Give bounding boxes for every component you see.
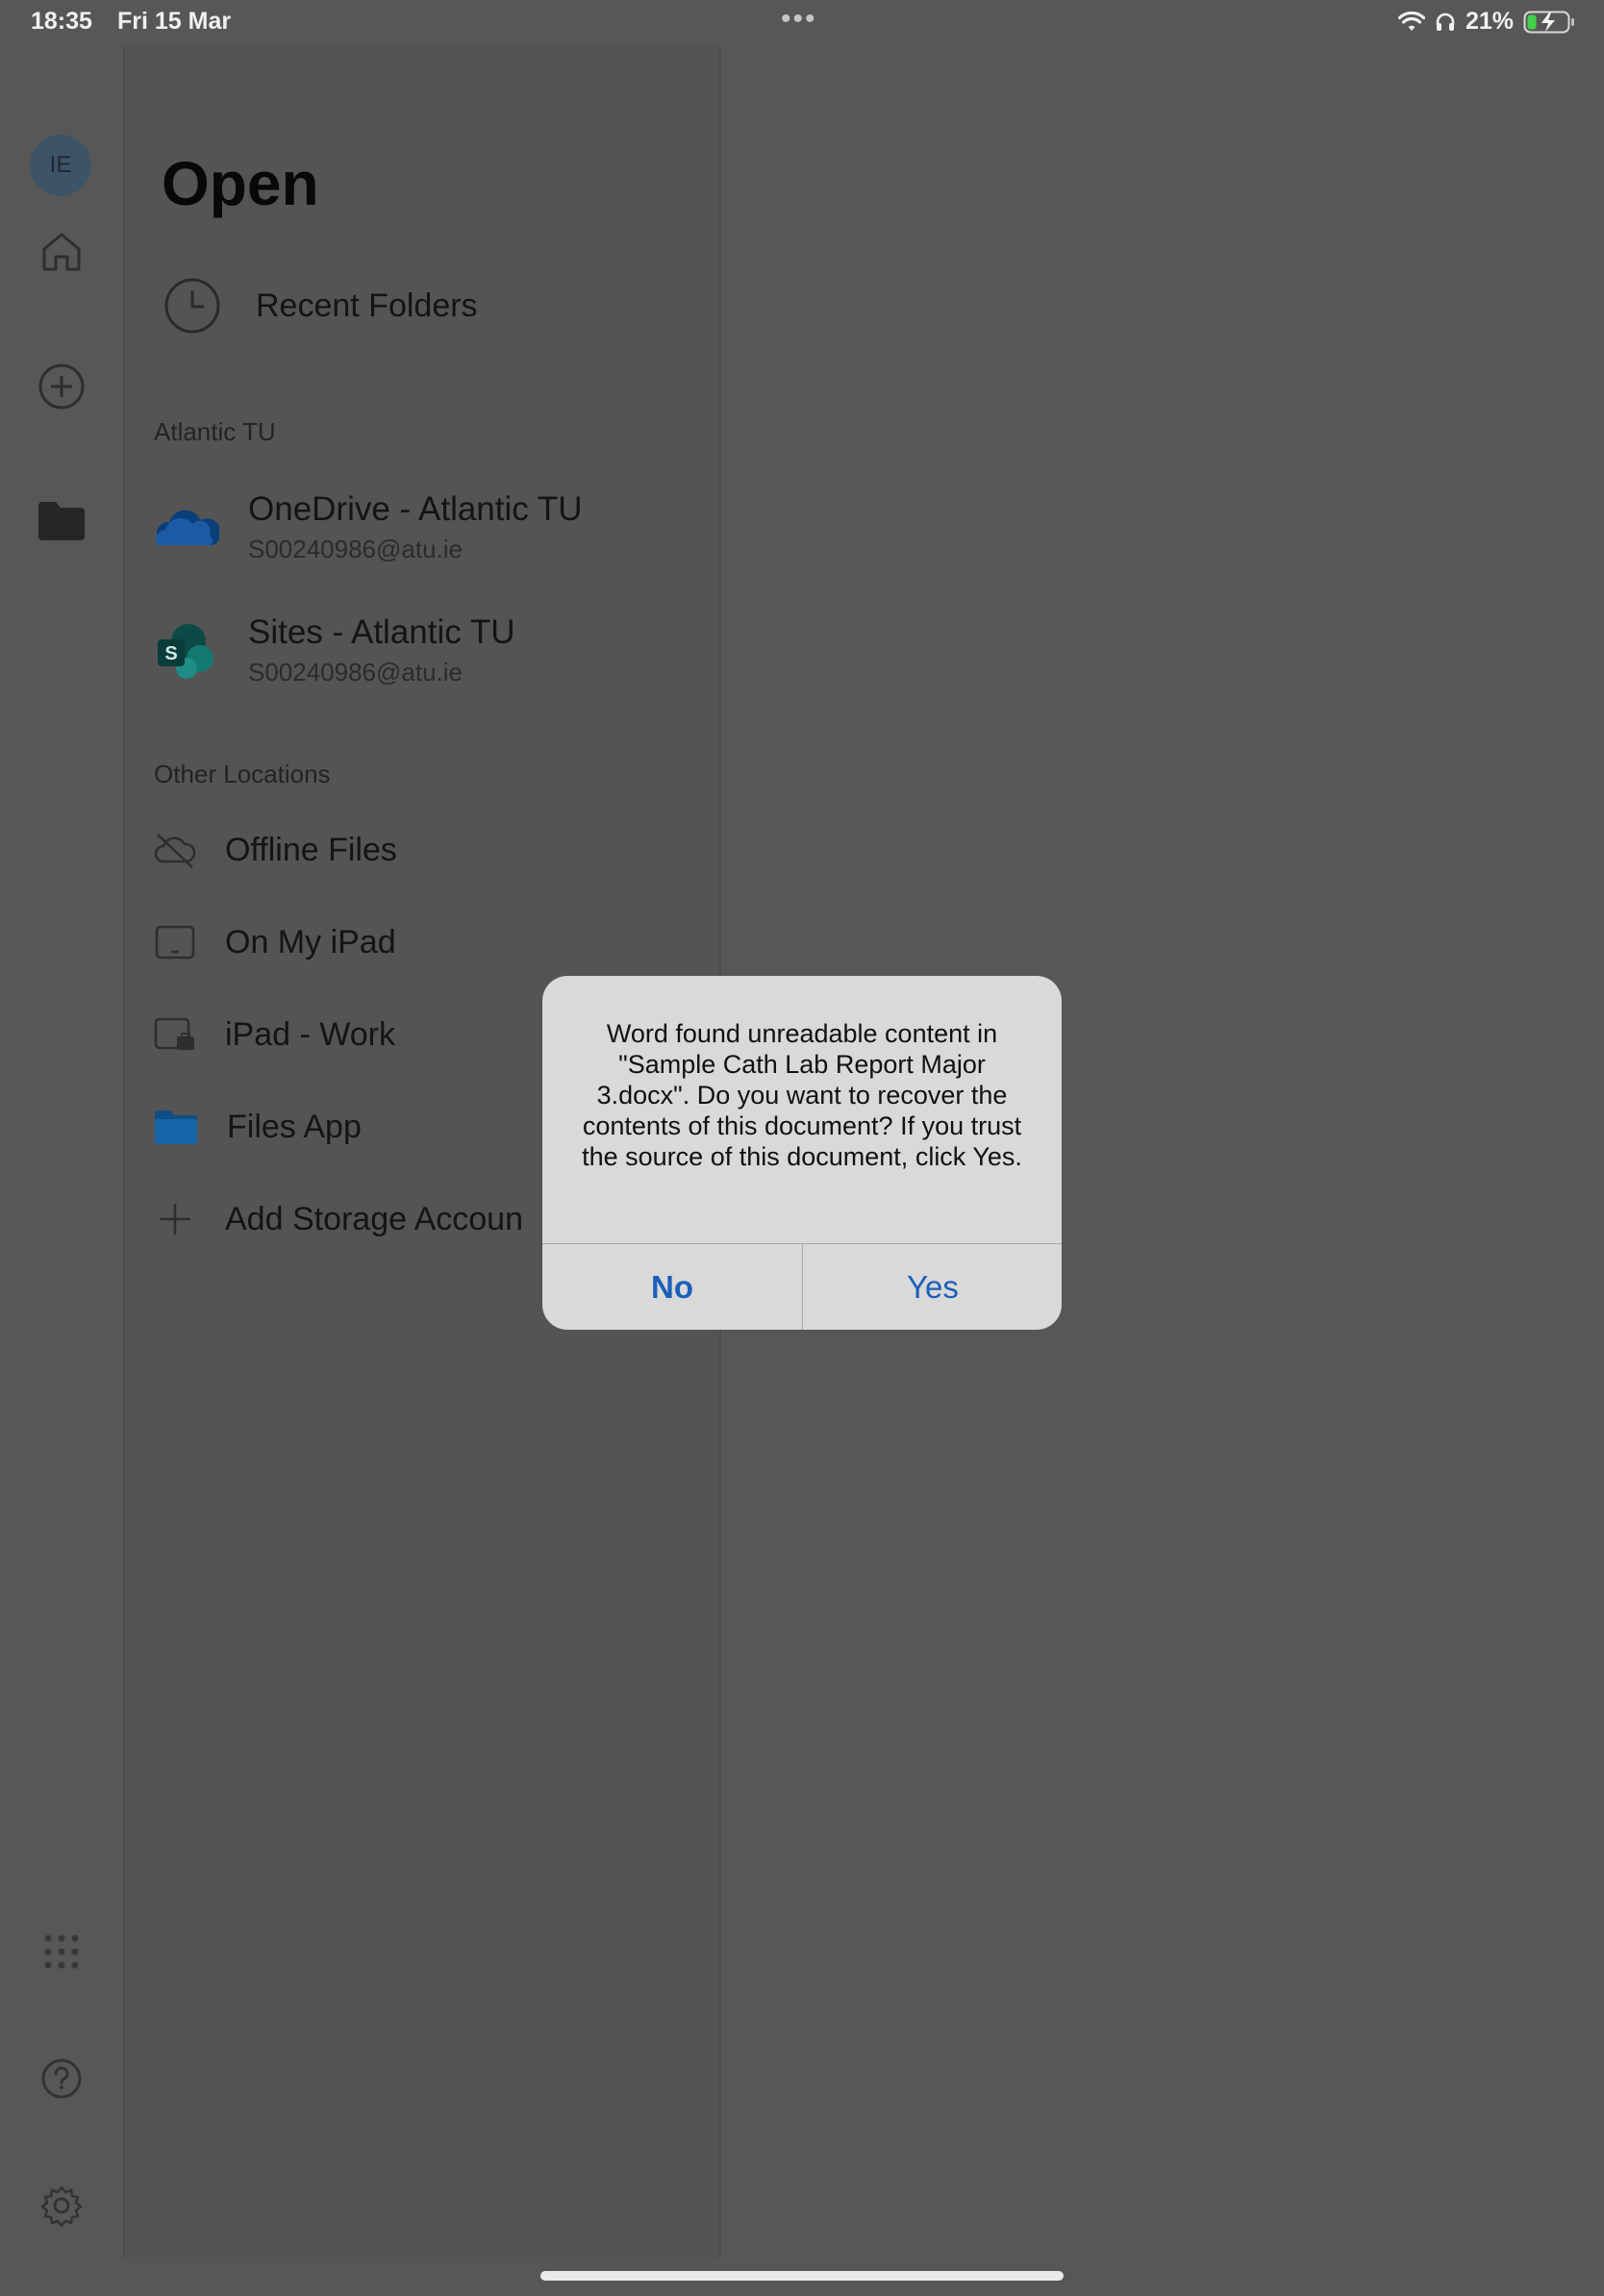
location-label: Files App bbox=[227, 1108, 362, 1145]
create-new-icon[interactable] bbox=[31, 356, 92, 417]
multitasking-dots-icon[interactable]: ••• bbox=[781, 5, 817, 34]
home-indicator[interactable] bbox=[540, 2271, 1064, 2281]
help-icon[interactable] bbox=[31, 2048, 92, 2109]
location-title: OneDrive - Atlantic TU bbox=[248, 490, 583, 528]
yes-button[interactable]: Yes bbox=[803, 1244, 1062, 1330]
avatar-initials: IE bbox=[49, 152, 72, 178]
battery-charging-icon bbox=[1523, 11, 1574, 33]
location-onedrive[interactable]: OneDrive - Atlantic TU S00240986@atu.ie bbox=[154, 490, 583, 564]
alert-message: Word found unreadable content in "Sample… bbox=[582, 1019, 1022, 1171]
location-label: Add Storage Accoun bbox=[225, 1200, 524, 1237]
location-label: iPad - Work bbox=[225, 1015, 395, 1053]
open-folder-icon[interactable] bbox=[31, 490, 92, 552]
home-icon[interactable] bbox=[31, 221, 92, 283]
location-files-app[interactable]: Files App bbox=[154, 1108, 362, 1146]
location-title: Sites - Atlantic TU bbox=[248, 613, 515, 651]
battery-percentage: 21% bbox=[1465, 8, 1514, 35]
location-subtitle: S00240986@atu.ie bbox=[248, 535, 464, 563]
recent-folders-label: Recent Folders bbox=[256, 287, 478, 324]
location-label: Offline Files bbox=[225, 831, 397, 868]
status-indicators: 21% bbox=[1397, 8, 1575, 36]
no-button[interactable]: No bbox=[542, 1244, 802, 1330]
add-storage-account-button[interactable]: Add Storage Accoun bbox=[154, 1200, 523, 1238]
location-on-my-ipad[interactable]: On My iPad bbox=[154, 923, 396, 961]
headphones-icon bbox=[1436, 12, 1455, 31]
status-time: 18:35 bbox=[31, 8, 92, 35]
files-app-folder-icon bbox=[155, 1111, 197, 1144]
location-sharepoint-sites[interactable]: S Sites - Atlantic TU S00240986@atu.ie bbox=[154, 613, 515, 687]
ipad-icon bbox=[155, 925, 195, 960]
ipad-work-icon bbox=[154, 1017, 194, 1050]
section-header-other-locations: Other Locations bbox=[154, 760, 331, 788]
section-header-atlantic-tu: Atlantic TU bbox=[154, 417, 276, 446]
settings-icon[interactable] bbox=[31, 2175, 92, 2236]
status-date: Fri 15 Mar bbox=[117, 8, 232, 35]
location-subtitle: S00240986@atu.ie bbox=[248, 658, 464, 686]
recover-content-alert: Word found unreadable content in "Sample… bbox=[542, 976, 1062, 1330]
clock-icon bbox=[164, 278, 220, 334]
plus-icon bbox=[160, 1204, 190, 1235]
wifi-icon bbox=[1397, 11, 1425, 31]
location-offline-files[interactable]: Offline Files bbox=[154, 831, 397, 869]
page-title: Open bbox=[162, 149, 319, 218]
location-label: On My iPad bbox=[225, 923, 396, 961]
offline-cloud-icon bbox=[154, 834, 196, 868]
recent-folders-item[interactable]: Recent Folders bbox=[163, 277, 478, 335]
svg-text:S: S bbox=[164, 643, 177, 664]
sharepoint-icon: S bbox=[158, 623, 213, 679]
status-bar: 18:35 Fri 15 Mar ••• 21% bbox=[0, 0, 1604, 46]
onedrive-icon bbox=[156, 510, 219, 545]
navigation-rail: IE bbox=[0, 46, 123, 2258]
app-launcher-icon[interactable] bbox=[31, 1921, 92, 1983]
avatar[interactable]: IE bbox=[30, 135, 91, 196]
location-ipad-work[interactable]: iPad - Work bbox=[154, 1015, 395, 1054]
